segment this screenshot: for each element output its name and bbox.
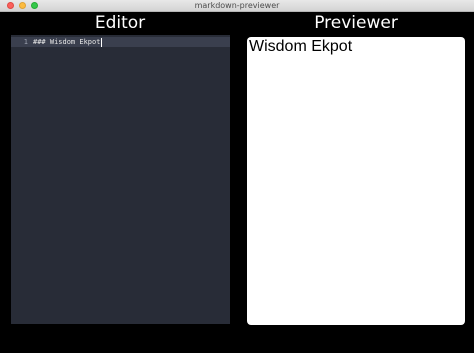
title-bar: markdown-previewer xyxy=(0,0,474,12)
line-text: ### Wisdom Ekpot xyxy=(33,38,101,46)
editor-textarea[interactable]: 1 ### Wisdom Ekpot xyxy=(11,35,230,324)
previewer-title: Previewer xyxy=(314,13,398,33)
preview-heading: Wisdom Ekpot xyxy=(249,38,353,55)
editor-title: Editor xyxy=(94,13,146,33)
editor-line-active[interactable]: 1 ### Wisdom Ekpot xyxy=(11,37,230,47)
app-window: markdown-previewer Editor Previewer 1 ##… xyxy=(0,0,474,353)
line-number: 1 xyxy=(23,38,28,46)
text-cursor xyxy=(101,37,103,47)
preview-panel: Wisdom Ekpot xyxy=(247,37,465,325)
window-title: markdown-previewer xyxy=(194,1,280,10)
